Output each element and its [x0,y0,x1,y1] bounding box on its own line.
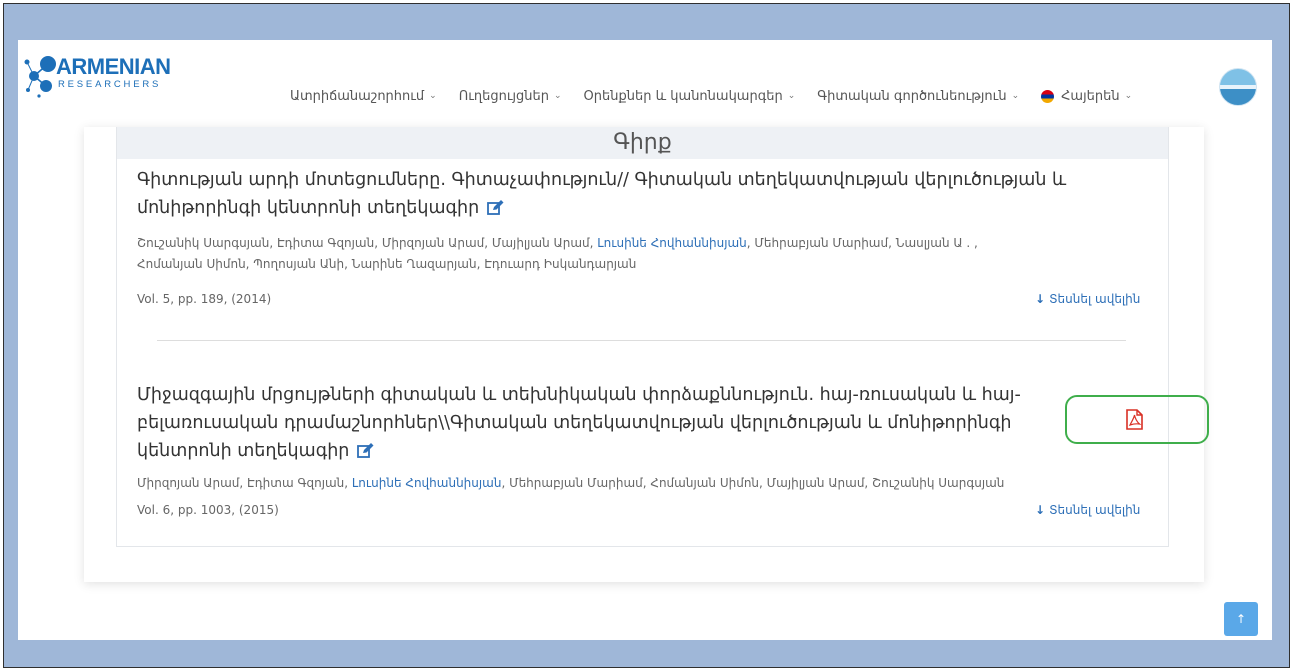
authors-line: Հոմանյան Սիմոն, Պողոսյան Անի, Նարինե Ղազ… [137,257,637,271]
nav-item-scientific-activity[interactable]: Գիտական գործունեություն ⌄ [817,89,1019,104]
nav-item-label: Ուղեցույցներ [458,88,549,104]
author-link[interactable]: Լուսինե Հովհաննիսյան [597,236,747,250]
chevron-down-icon: ⌄ [1011,91,1020,101]
see-more-label: Տեսնել ավելին [1049,503,1141,517]
nav-item-guides[interactable]: Ուղեցույցներ ⌄ [459,89,562,104]
publication-volume: Vol. 6, pp. 1003, (2015) [137,503,279,517]
scroll-to-top-button[interactable]: ↑ [1224,602,1258,636]
pdf-file-icon[interactable] [1126,409,1143,430]
chevron-down-icon: ⌄ [553,91,562,101]
nav-item-label: Գիտական գործունեություն [817,88,1007,104]
edit-icon[interactable] [357,443,374,458]
nav-item-research[interactable]: Ատրիճանաշnրhnւմ ⌄ [290,89,437,104]
main-navigation: Ատրիճանաշnրhnւմ ⌄ Ուղեցույցներ ⌄ Օրենքնե… [290,86,1154,106]
nav-item-laws[interactable]: Օրենքներ և կանոնակարգեր ⌄ [584,89,796,104]
author-text: Շուշանիկ Սարգսյան, Էդիտա Գզոյան, Միրզոյա… [137,236,598,250]
publication-volume: Vol. 5, pp. 189, (2014) [137,292,272,306]
armenian-flag-icon [1041,89,1055,103]
arrow-up-icon: ↑ [1235,612,1247,626]
author-text: Միրզոյան Արամ, Էդիտա Գզոյան, [137,476,352,490]
publication-title: Գիտության արդի մոտեցումները. Գիտաչափությ… [137,166,1147,222]
logo-subtitle: RESEARCHERS [58,79,162,90]
publication-authors: Միրզոյան Արամ, Էդիտա Գզոյան, Լուսինե Հով… [137,473,1167,494]
title-line: բելառուսական դրամաշնորհներ\\Գիտական տեղե… [137,413,1012,433]
title-line: մոնիթորինգի կենտրոնի տեղեկագիր [137,198,480,218]
logo-title: ARMENIAN [56,54,171,79]
arrow-down-icon: ↓ [1035,503,1046,517]
title-line-with-edit: կենտրոնի տեղեկագիր [137,437,1077,465]
arrow-down-icon: ↓ [1035,292,1046,306]
authors-line: Շուշանիկ Սարգսյան, Էդիտա Գզոյան, Միրզոյա… [137,233,1157,254]
title-line: Միջազգային մրցույթների գիտական և տեխնիկա… [137,385,1021,405]
author-text: , Մեհրաբյան Մարիամ, Նասլյան Ա . , [746,236,978,250]
authors-line: Միրզոյան Արամ, Էդիտա Գզոյան, Լուսինե Հով… [137,473,1167,494]
chevron-down-icon: ⌄ [787,91,796,101]
author-link[interactable]: Լուսինե Հովհաննիսյան [352,476,502,490]
language-selector[interactable]: Հայերեն ⌄ [1041,89,1132,104]
title-line: Գիտության արդի մոտեցումները. Գիտաչափությ… [137,170,1067,190]
nav-item-label: Օրենքներ և կանոնակարգեր [583,88,783,104]
chevron-down-icon: ⌄ [429,91,437,101]
navbar [18,40,1272,130]
publication-title: Միջազգային մրցույթների գիտական և տեխնիկա… [137,381,1077,465]
title-line: կենտրոնի տեղեկագիր [137,441,350,461]
nav-item-label: Ատրիճանաշnրhnւմ [290,88,425,104]
see-more-link[interactable]: ↓ Տեսնել ավելին [1035,503,1140,517]
user-avatar[interactable] [1219,68,1257,106]
author-text: , Մեհրաբյան Մարիամ, Հոմանյան Սիմոն, Մայի… [501,476,1005,490]
language-label: Հայերեն [1061,88,1120,104]
publication-authors: Շուշանիկ Սարգսյան, Էդիտա Գզոյան, Միրզոյա… [137,233,1157,275]
chevron-down-icon: ⌄ [1124,91,1133,101]
see-more-link[interactable]: ↓ Տեսնել ավելին [1035,292,1140,306]
see-more-label: Տեսնել ավելին [1049,292,1141,306]
site-logo[interactable]: ARMENIAN RESEARCHERS [22,50,172,100]
title-line-with-edit: մոնիթորինգի կենտրոնի տեղեկագիր [137,194,1147,222]
section-heading: Գիրք [117,127,1168,159]
edit-icon[interactable] [487,200,504,215]
item-divider [157,340,1126,341]
